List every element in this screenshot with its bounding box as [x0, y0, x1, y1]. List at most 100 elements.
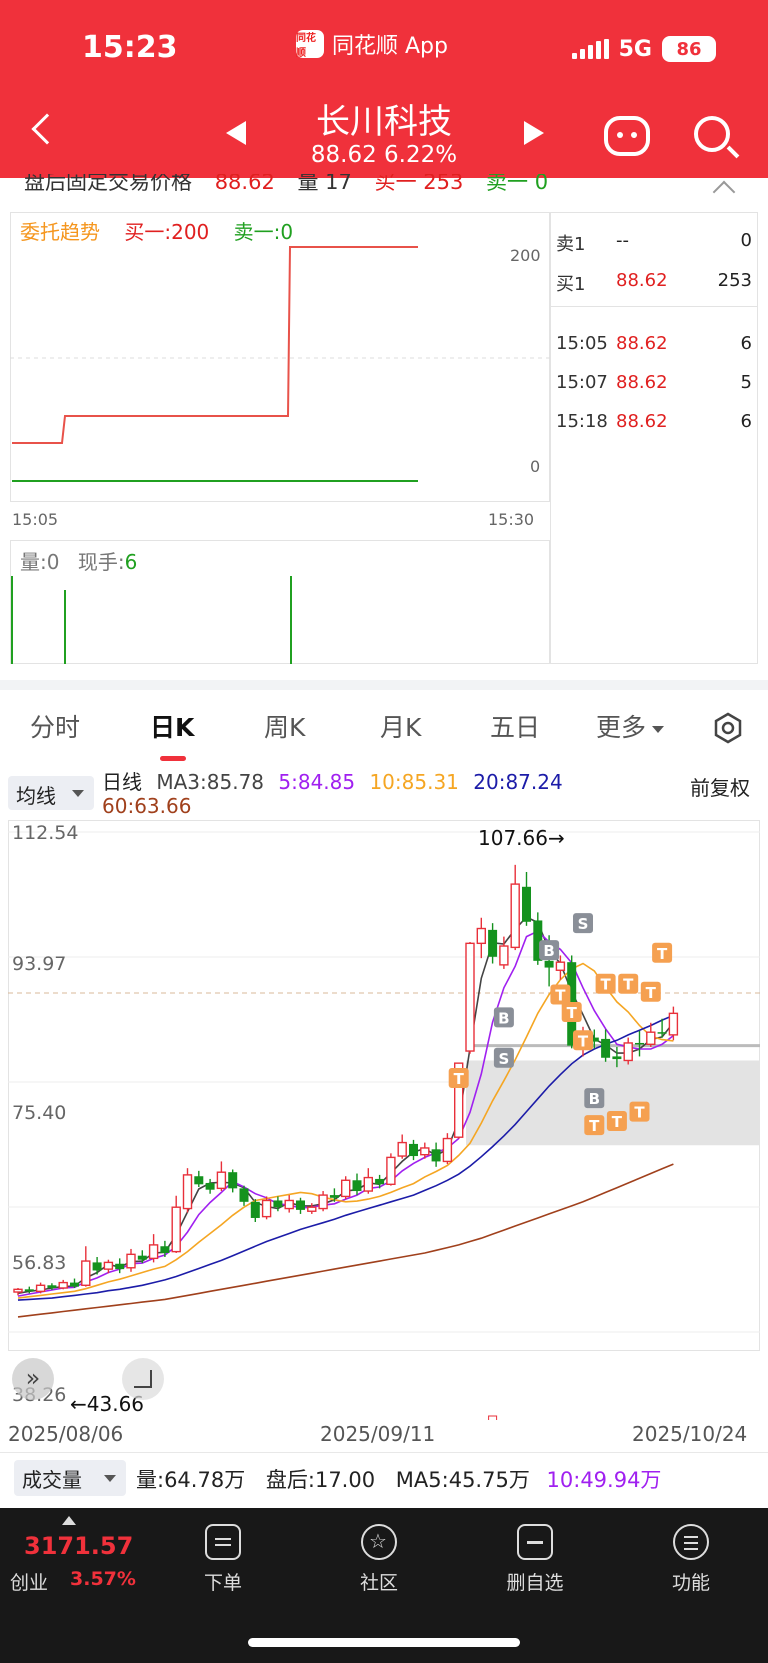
nav-community-label: 社区	[359, 1572, 398, 1594]
trade-marker-label: B	[498, 1009, 509, 1027]
volume-divider	[0, 1452, 768, 1453]
tab-monthly-k[interactable]: 月K	[380, 708, 421, 744]
trade-marker-label: T	[600, 976, 611, 994]
sell1-qty: 0	[740, 230, 752, 251]
trade-marker-label: T	[578, 1032, 589, 1050]
candle-body-down	[352, 1180, 362, 1192]
trade-marker-label: T	[567, 1004, 578, 1022]
order-book-divider	[550, 306, 758, 307]
ma3-value: MA3:85.78	[156, 770, 265, 794]
tab-daily-k[interactable]: 日K	[150, 708, 194, 744]
candle-body-up	[171, 1206, 181, 1253]
nav-community[interactable]: ☆ 社区	[334, 1524, 424, 1595]
candle-body-up	[363, 1176, 373, 1192]
header: 15:23 同花顺 同花顺 App 5G 86 长川科技 88.62 6.22%	[0, 0, 768, 178]
caret-down-icon	[652, 725, 665, 733]
kline-chart[interactable]: BBBSSTTTTTTTTTTT	[8, 820, 760, 1420]
candle-body-up	[13, 1288, 23, 1293]
functions-menu-icon	[673, 1524, 709, 1560]
candle-body-up	[397, 1141, 407, 1157]
volume-selector-label: 成交量	[22, 1468, 82, 1492]
next-stock-icon[interactable]	[524, 121, 544, 145]
trade-marker-label: T	[555, 986, 566, 1004]
order-trend-y-top: 200	[510, 246, 541, 265]
candle-body-up	[318, 1194, 328, 1210]
buy1-label: 买1	[556, 274, 586, 295]
search-icon[interactable]	[694, 116, 730, 152]
volume-selector[interactable]: 成交量	[14, 1460, 126, 1496]
community-star-icon: ☆	[361, 1524, 397, 1560]
order-trend-lines	[10, 246, 550, 482]
adjust-mode-button[interactable]: 前复权	[690, 772, 750, 801]
trade-time: 15:05	[556, 333, 608, 354]
collapse-chevron-icon[interactable]	[712, 180, 736, 204]
order-trend-x-start: 15:05	[12, 510, 59, 529]
candle-body-down	[24, 1289, 34, 1292]
remove-watchlist-icon	[517, 1524, 553, 1560]
candle-body-up	[126, 1253, 136, 1269]
tab-weekly-k[interactable]: 周K	[264, 708, 305, 744]
candle-body-up	[284, 1199, 294, 1210]
nav-remove-watchlist-label: 删自选	[506, 1572, 564, 1594]
assistant-robot-icon[interactable]	[604, 116, 650, 156]
status-time: 15:23	[82, 30, 178, 65]
home-indicator	[248, 1638, 520, 1647]
section-divider	[0, 680, 768, 690]
tab-five-day[interactable]: 五日	[490, 708, 540, 744]
stock-name: 长川科技	[316, 102, 452, 142]
candle-body-up	[341, 1179, 351, 1198]
index-change: 3.57%	[70, 1568, 136, 1590]
nav-place-order-label: 下单	[203, 1572, 242, 1594]
candle-body-up	[442, 1137, 453, 1163]
candle-body-down	[601, 1038, 611, 1058]
candle-body-down	[194, 1176, 204, 1185]
buy1-price: 88.62	[616, 270, 668, 291]
trade-time: 15:07	[556, 372, 608, 393]
volume-value: 量:64.78万	[136, 1468, 246, 1492]
candle-body-up	[148, 1244, 159, 1260]
kline-y-label: 56.83	[12, 1252, 67, 1274]
tab-intraday[interactable]: 分时	[30, 708, 80, 744]
kline-y-label: 112.54	[12, 822, 79, 844]
nav-functions-label: 功能	[671, 1572, 710, 1594]
nav-place-order[interactable]: 下单	[178, 1524, 268, 1595]
index-value[interactable]: 3171.57	[24, 1532, 133, 1560]
volume-ma10: 10:49.94万	[546, 1468, 662, 1492]
candle-body-up	[499, 945, 509, 966]
ma20-line	[17, 1014, 674, 1301]
ma-selector[interactable]: 均线	[8, 776, 94, 810]
trade-marker-label: T	[634, 1104, 645, 1122]
nav-remove-watchlist[interactable]: 删自选	[490, 1524, 580, 1595]
buy1-row: 买1 88.62 253	[556, 270, 752, 296]
ma10-value: 10:85.31	[369, 770, 459, 794]
volume-bar	[488, 1415, 498, 1420]
fullscreen-icon[interactable]	[122, 1358, 164, 1400]
candle-body-up	[420, 1147, 430, 1156]
expand-arrows-icon[interactable]: »	[12, 1358, 54, 1400]
tab-more[interactable]: 更多	[596, 708, 665, 744]
order-doc-icon	[205, 1524, 241, 1560]
settings-hexagon-icon[interactable]	[712, 712, 744, 744]
period-tabs: 分时 日K 周K 月K 五日 更多	[0, 690, 768, 764]
kline-y-label: 93.97	[12, 953, 67, 975]
candle-body-down	[228, 1172, 238, 1189]
ma-name: 日线	[102, 770, 142, 794]
kline-x-label: 2025/09/11	[320, 1422, 436, 1446]
candle-body-down	[522, 886, 531, 922]
sell1-row: 卖1 -- 0	[556, 230, 752, 256]
candle-body-up	[476, 927, 486, 945]
trade-qty: 6	[740, 333, 752, 354]
signal-icon	[571, 39, 609, 59]
candle-body-down	[488, 929, 498, 957]
app-logo-icon: 同花顺	[296, 30, 324, 59]
candle-body-up	[510, 883, 520, 949]
ma-selector-label: 均线	[16, 784, 56, 808]
ma5-value: 5:84.85	[278, 770, 356, 794]
candle-body-down	[296, 1200, 305, 1210]
nav-functions[interactable]: 功能	[646, 1524, 736, 1595]
app-name: 同花顺 App	[332, 34, 448, 59]
candle-body-up	[623, 1042, 633, 1062]
trade-qty: 5	[740, 372, 752, 393]
candle-body-up	[307, 1206, 317, 1212]
candle-body-down	[239, 1188, 249, 1202]
